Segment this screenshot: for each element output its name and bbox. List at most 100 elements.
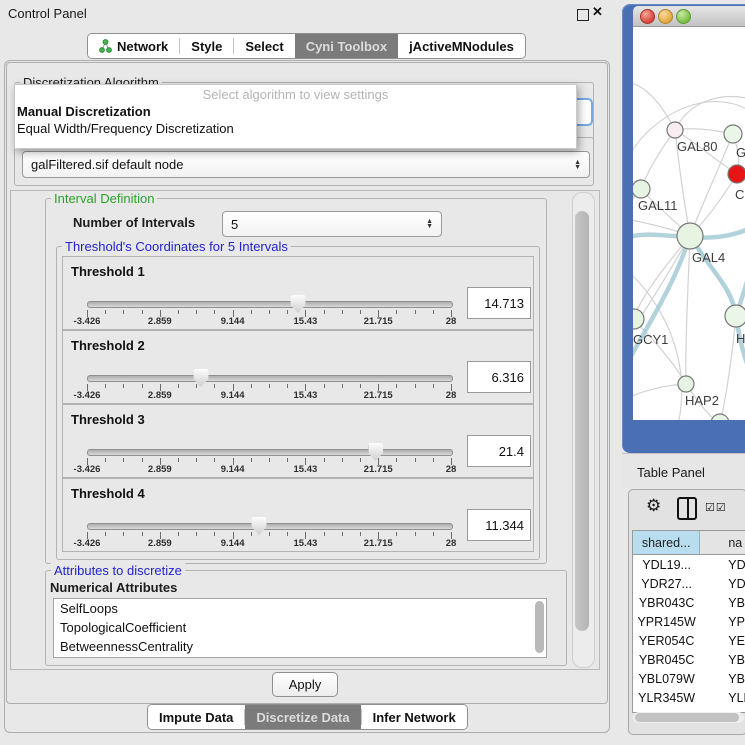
threshold-slider-track[interactable] <box>87 449 453 456</box>
network-node[interactable] <box>677 223 703 249</box>
cell-shared-name[interactable]: YDL19... <box>633 555 700 574</box>
cell-shared-name[interactable]: YER054C <box>633 631 700 650</box>
network-node[interactable] <box>678 376 694 392</box>
minimize-traffic-light-icon[interactable] <box>658 9 673 24</box>
num-intervals-combo[interactable]: 5 ▲▼ <box>222 211 442 237</box>
node-table[interactable]: shared... na YDL19...YDL1YDR27...YDR2YBR… <box>632 530 745 713</box>
cell-shared-name[interactable]: YLR345W <box>633 688 700 707</box>
stepper-arrows-icon[interactable]: ▲▼ <box>568 160 581 170</box>
apply-button[interactable]: Apply <box>272 672 338 697</box>
column-header-name[interactable]: na <box>700 531 745 554</box>
table-header-row: shared... na <box>633 531 745 555</box>
mode-tab-discretize-data[interactable]: Discretize Data <box>245 705 360 729</box>
mode-tab-label: Discretize Data <box>256 710 349 725</box>
attribute-list-item[interactable]: BetweennessCentrality <box>54 637 546 656</box>
threshold-label: Threshold 4 <box>71 486 145 501</box>
network-node[interactable] <box>725 305 745 327</box>
tab-label: Cyni Toolbox <box>306 39 387 54</box>
horizontal-scrollbar[interactable] <box>633 712 744 723</box>
table-row[interactable]: YDR27...YDR2 <box>633 574 745 593</box>
threshold-value-field[interactable]: 6.316 <box>467 361 531 393</box>
close-icon[interactable]: ✕ <box>592 4 603 20</box>
numerical-attributes-label: Numerical Attributes <box>50 580 177 595</box>
attribute-list-item[interactable]: TopologicalCoefficient <box>54 618 546 637</box>
cell-shared-name[interactable]: YPR145W <box>633 612 700 631</box>
network-node[interactable] <box>667 122 683 138</box>
algorithm-option-equal-width[interactable]: Equal Width/Frequency Discretization <box>15 120 576 137</box>
network-canvas[interactable]: GAL80GCGAL11GAL4GCY1HHAP2 <box>633 27 745 420</box>
slider-tick-labels: -3.4262.8599.14415.4321.71528 <box>87 538 451 549</box>
mode-tab-label: Infer Network <box>373 710 456 725</box>
threshold-label: Threshold 3 <box>71 412 145 427</box>
tab-label: Select <box>245 39 283 54</box>
tab-network[interactable]: Network <box>88 34 179 58</box>
attributes-list[interactable]: SelfLoopsTopologicalCoefficientBetweenne… <box>53 598 547 658</box>
interval-definition-label: Interval Definition <box>51 191 157 206</box>
cell-shared-name[interactable]: YBR045C <box>633 650 700 669</box>
table-row[interactable]: YBL079WYBL0 <box>633 669 745 688</box>
split-column-icon[interactable] <box>677 497 697 520</box>
cell-name[interactable]: YBR0 <box>700 650 745 669</box>
tab-label: Network <box>117 39 168 54</box>
table-row[interactable]: YBR043CYBR0 <box>633 593 745 612</box>
checkbox-icons[interactable]: ☑☑ <box>705 501 727 514</box>
table-panel-header: Table Panel <box>622 453 745 488</box>
network-node[interactable] <box>728 165 745 183</box>
table-row[interactable]: YBR045CYBR0 <box>633 650 745 669</box>
cell-name[interactable]: YPR1 <box>700 612 745 631</box>
cell-shared-name[interactable]: YDR27... <box>633 574 700 593</box>
num-intervals-value: 5 <box>231 217 238 232</box>
num-intervals-label: Number of Intervals <box>73 215 195 230</box>
tab-jactivemnodules[interactable]: jActiveMNodules <box>398 34 525 58</box>
table-data-combo[interactable]: galFiltered.sif default node ▲▼ <box>22 151 590 178</box>
cell-name[interactable]: YER0 <box>700 631 745 650</box>
table-row[interactable]: YER054CYER0 <box>633 631 745 650</box>
threshold-slider-track[interactable] <box>87 301 453 308</box>
table-row[interactable]: YLR345WYLR3 <box>633 688 745 707</box>
mode-tabbar: Impute Data Discretize Data Infer Network <box>147 704 468 730</box>
node-label: G <box>736 145 745 160</box>
attribute-list-item[interactable]: SelfLoops <box>54 599 546 618</box>
mode-tab-impute-data[interactable]: Impute Data <box>148 705 244 729</box>
threshold-value-field[interactable]: 21.4 <box>467 435 531 467</box>
stepper-arrows-icon[interactable]: ▲▼ <box>420 219 433 229</box>
tab-select[interactable]: Select <box>234 34 294 58</box>
vertical-scrollbar[interactable] <box>572 192 595 668</box>
gear-icon[interactable]: ⚙ <box>646 496 661 516</box>
network-node[interactable] <box>633 180 650 198</box>
tab-style[interactable]: Style <box>180 34 233 58</box>
node-label: GAL4 <box>692 250 725 265</box>
vertical-scrollbar-thumb[interactable] <box>575 211 589 631</box>
attributes-list-scrollbar[interactable] <box>535 601 544 653</box>
float-window-icon[interactable] <box>577 9 589 21</box>
cell-name[interactable]: YBL0 <box>700 669 745 688</box>
threshold-value-field[interactable]: 14.713 <box>467 287 531 319</box>
cell-name[interactable]: YDR2 <box>700 574 745 593</box>
cell-shared-name[interactable]: YBR043C <box>633 593 700 612</box>
horizontal-scrollbar-thumb[interactable] <box>635 713 739 722</box>
cell-name[interactable]: YDL1 <box>700 555 745 574</box>
node-label: GAL11 <box>638 198 678 213</box>
threshold-panel-2: Threshold 2-3.4262.8599.14415.4321.71528… <box>62 330 534 404</box>
close-traffic-light-icon[interactable] <box>640 9 655 24</box>
cell-name[interactable]: YBR0 <box>700 593 745 612</box>
threshold-slider-track[interactable] <box>87 375 453 382</box>
network-node[interactable] <box>724 125 742 143</box>
network-node[interactable] <box>633 309 644 329</box>
network-window-titlebar[interactable] <box>633 6 745 27</box>
table-row[interactable]: YDL19...YDL1 <box>633 555 745 574</box>
cell-shared-name[interactable]: YBL079W <box>633 669 700 688</box>
node-label: C <box>735 187 744 202</box>
threshold-value-field[interactable]: 11.344 <box>467 509 531 541</box>
screen: Control Panel ✕ Network Style Select Cyni T… <box>0 0 745 745</box>
table-row[interactable]: YPR145WYPR1 <box>633 612 745 631</box>
zoom-traffic-light-icon[interactable] <box>676 9 691 24</box>
network-node[interactable] <box>711 414 729 420</box>
threshold-slider-track[interactable] <box>87 523 453 530</box>
cell-name[interactable]: YLR3 <box>700 688 745 707</box>
tab-cyni-toolbox[interactable]: Cyni Toolbox <box>295 34 398 58</box>
panel-title: Control Panel <box>8 6 87 21</box>
mode-tab-infer-network[interactable]: Infer Network <box>362 705 467 729</box>
algorithm-option-manual[interactable]: Manual Discretization <box>15 103 576 120</box>
column-header-shared[interactable]: shared... <box>633 531 700 554</box>
